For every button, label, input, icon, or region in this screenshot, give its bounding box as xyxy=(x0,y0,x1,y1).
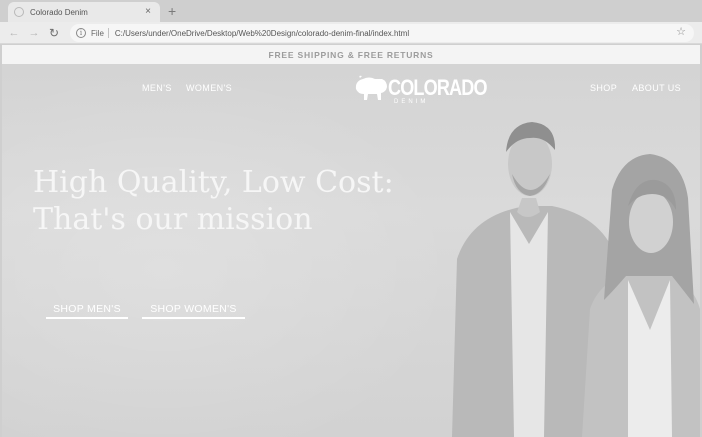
logo-subtitle: DENIM xyxy=(394,99,429,105)
site-navigation: MEN'S WOMEN'S COLORADO DENIM SHOP ABOUT … xyxy=(2,64,700,112)
back-button[interactable]: ← xyxy=(4,23,24,43)
browser-tab-bar: Colorado Denim × + xyxy=(0,0,702,22)
logo-wordmark: COLORADO xyxy=(388,75,487,100)
scheme-label: File xyxy=(91,28,104,38)
browser-tab[interactable]: Colorado Denim × xyxy=(8,2,160,22)
promo-banner: FREE SHIPPING & FREE RETURNS xyxy=(2,45,700,64)
address-divider xyxy=(107,28,109,38)
reload-button[interactable]: ↻ xyxy=(44,23,64,43)
site-logo[interactable]: COLORADO DENIM xyxy=(354,72,487,108)
globe-icon xyxy=(14,7,24,17)
nav-link-mens[interactable]: MEN'S xyxy=(142,83,172,93)
bookmark-star-icon[interactable]: ☆ xyxy=(676,25,686,38)
new-tab-button[interactable]: + xyxy=(168,3,176,19)
nav-link-womens[interactable]: WOMEN'S xyxy=(186,83,232,93)
address-bar[interactable]: i File C:/Users/under/OneDrive/Desktop/W… xyxy=(70,24,694,42)
hero-section: MEN'S WOMEN'S COLORADO DENIM SHOP ABOUT … xyxy=(2,64,700,437)
nav-link-about[interactable]: ABOUT US xyxy=(632,83,681,93)
woman-figure xyxy=(582,154,700,437)
tab-title: Colorado Denim xyxy=(30,7,88,17)
bison-icon xyxy=(355,75,387,100)
forward-button[interactable]: → xyxy=(24,23,44,43)
headline-line-2: That's our mission xyxy=(33,202,313,237)
close-icon[interactable]: × xyxy=(142,6,154,18)
info-icon[interactable]: i xyxy=(76,28,86,38)
web-page: FREE SHIPPING & FREE RETURNS MEN'S WOMEN… xyxy=(2,45,700,437)
browser-toolbar: ← → ↻ i File C:/Users/under/OneDrive/Des… xyxy=(0,22,702,44)
shop-womens-button[interactable]: SHOP WOMEN'S xyxy=(142,299,245,319)
hero-headline: High Quality, Low Cost: That's our missi… xyxy=(33,164,433,238)
shop-mens-button[interactable]: SHOP MEN'S xyxy=(46,299,128,319)
headline-line-1: High Quality, Low Cost: xyxy=(33,165,394,200)
nav-link-shop[interactable]: SHOP xyxy=(590,83,617,93)
hero-photo xyxy=(452,122,700,437)
url-text[interactable]: C:/Users/under/OneDrive/Desktop/Web%20De… xyxy=(115,29,409,38)
promo-text: FREE SHIPPING & FREE RETURNS xyxy=(268,49,434,60)
hero-light-wash xyxy=(2,64,462,437)
